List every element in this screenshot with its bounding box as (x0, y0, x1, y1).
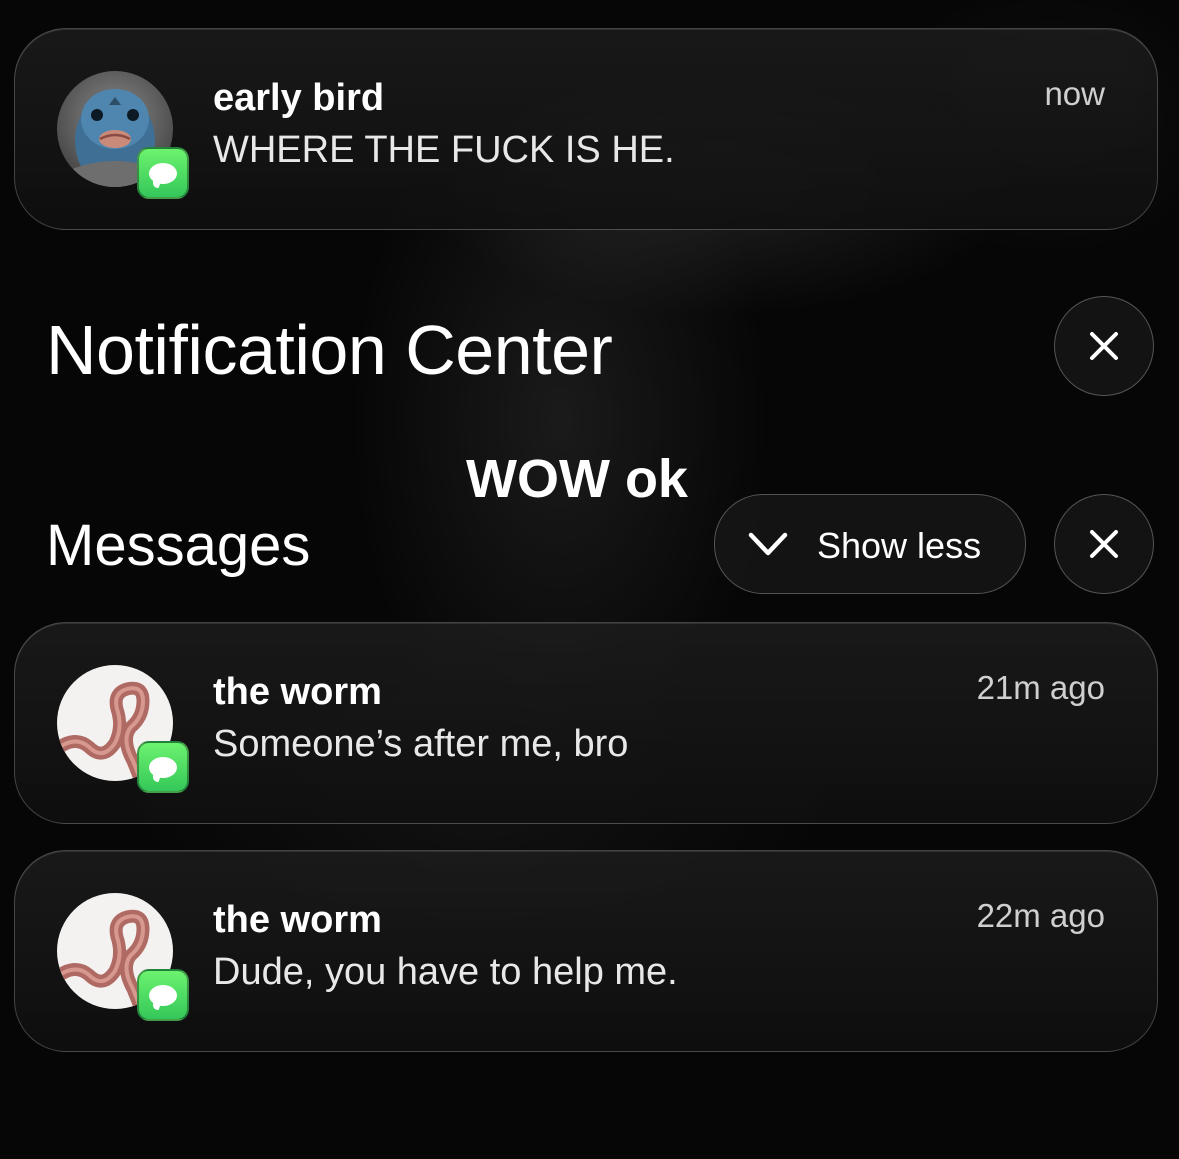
notification-sender: the worm (213, 671, 382, 713)
show-less-label: Show less (817, 525, 982, 566)
notification-message: Dude, you have to help me. (213, 951, 678, 993)
clear-group-button[interactable] (1054, 494, 1154, 594)
notification-sender: early bird (213, 77, 385, 119)
clear-all-button[interactable] (1054, 296, 1154, 396)
notification-sender: the worm (213, 899, 382, 941)
page-title: Notification Center (46, 311, 613, 389)
messages-app-icon (137, 147, 189, 199)
show-less-button[interactable]: Show less (714, 494, 1026, 594)
messages-app-icon (137, 969, 189, 1021)
notification-card[interactable]: the worm Someone’s after me, bro 21m ago (14, 622, 1158, 824)
messages-app-icon (137, 741, 189, 793)
notification-banner[interactable]: early bird WHERE THE FUCK IS HE. now (14, 28, 1158, 230)
notification-time: 21m ago (976, 669, 1105, 706)
section-title-messages: Messages (46, 513, 311, 578)
chevron-down-icon (748, 532, 788, 556)
notification-message: Someone’s after me, bro (213, 723, 629, 765)
notification-message: WHERE THE FUCK IS HE. (213, 129, 675, 171)
notification-card[interactable]: the worm Dude, you have to help me. 22m … (14, 850, 1158, 1052)
close-icon (1090, 530, 1118, 558)
notification-time: 22m ago (976, 897, 1105, 934)
notification-time: now (1044, 75, 1105, 112)
caption-overlay: WOW ok (466, 449, 688, 509)
close-icon (1090, 332, 1118, 360)
